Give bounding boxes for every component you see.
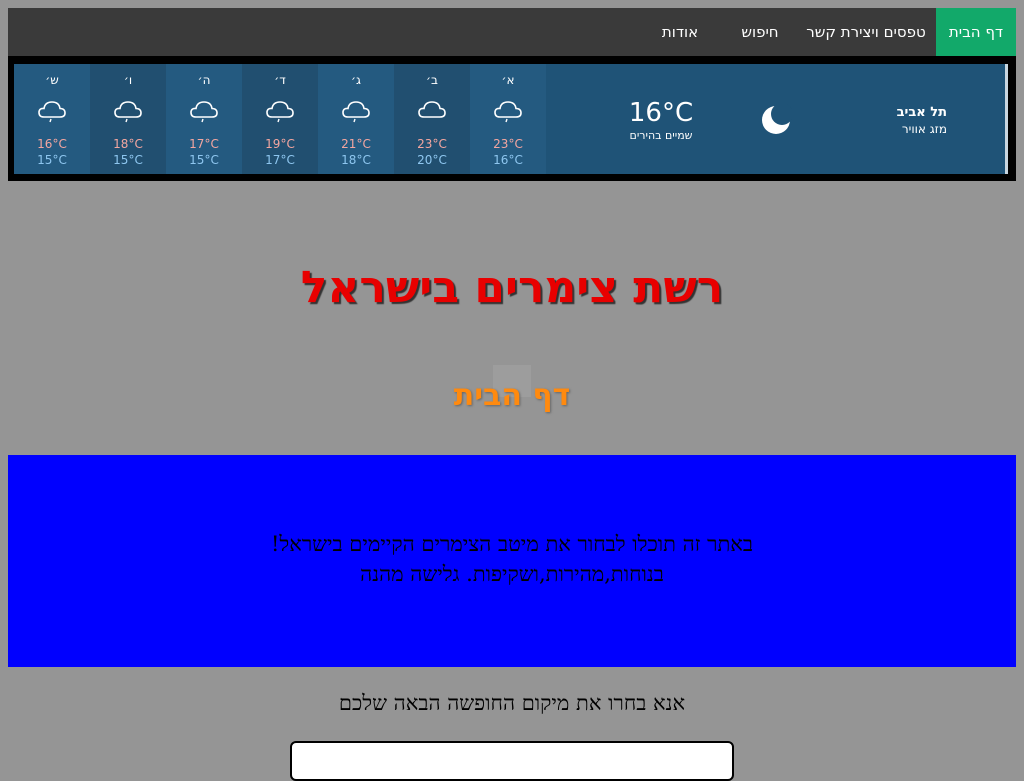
current-condition: שמיים בהירים bbox=[629, 129, 693, 142]
forecast-day-name: ש׳ bbox=[45, 73, 59, 87]
nav-item-about[interactable]: אודות bbox=[630, 8, 730, 56]
weather-city: תל אביב bbox=[896, 105, 947, 120]
cloud-rain-icon bbox=[114, 100, 142, 124]
top-nav: אודות חיפוש טפסים ויצירת קשר דף הבית bbox=[8, 8, 1016, 56]
forecast-day: ג׳ 21°C 18°C bbox=[318, 64, 394, 174]
intro-line-2: בנוחות,מהירות,ושקיפות. גלישה מהנה bbox=[360, 562, 664, 586]
nav-item-forms-contact[interactable]: טפסים ויצירת קשר bbox=[802, 8, 930, 56]
cloud-rain-icon bbox=[494, 100, 522, 124]
site-title: רשת צימרים בישראל bbox=[300, 262, 724, 313]
forecast-day: ה׳ 17°C 15°C bbox=[166, 64, 242, 174]
location-select[interactable] bbox=[290, 741, 734, 781]
forecast-low: 18°C bbox=[341, 153, 371, 167]
weather-label: מזג אוויר bbox=[901, 122, 947, 136]
choose-location-label: אנא בחרו את מיקום החופשה הבאה שלכם bbox=[338, 691, 686, 715]
forecast-low: 15°C bbox=[113, 153, 143, 167]
forecast-high: 21°C bbox=[341, 137, 371, 151]
current-temperature: 16°C bbox=[628, 98, 694, 128]
page-subtitle: דף הבית bbox=[453, 378, 571, 413]
weather-widget: 16°C שמיים בהירים תל אביב מזג אוויר א׳ 23… bbox=[14, 64, 1008, 174]
forecast-day-name: ו׳ bbox=[123, 73, 133, 87]
forecast-low: 17°C bbox=[265, 153, 295, 167]
forecast-low: 16°C bbox=[493, 153, 523, 167]
forecast-day-name: א׳ bbox=[501, 73, 515, 87]
intro-panel bbox=[8, 455, 1016, 667]
cloud-rain-icon bbox=[190, 100, 218, 124]
intro-line-1: באתר זה תוכלו לבחור את מיטב הצימרים הקיי… bbox=[270, 532, 754, 556]
forecast-day-name: ה׳ bbox=[197, 73, 211, 87]
cloud-rain-icon bbox=[266, 100, 294, 124]
forecast-day: ב׳ 23°C 20°C bbox=[394, 64, 470, 174]
forecast-high: 18°C bbox=[113, 137, 143, 151]
forecast-low: 15°C bbox=[189, 153, 219, 167]
forecast-low: 15°C bbox=[37, 153, 67, 167]
cloud-icon bbox=[418, 100, 446, 124]
forecast-day: ו׳ 18°C 15°C bbox=[90, 64, 166, 174]
forecast-day-name: ג׳ bbox=[351, 73, 361, 87]
moon-icon bbox=[760, 103, 793, 136]
nav-item-search[interactable]: חיפוש bbox=[730, 8, 790, 56]
forecast-day: א׳ 23°C 16°C bbox=[470, 64, 546, 174]
forecast-high: 16°C bbox=[37, 137, 67, 151]
forecast-day: ד׳ 19°C 17°C bbox=[242, 64, 318, 174]
forecast-high: 23°C bbox=[493, 137, 523, 151]
forecast-day: ש׳ 16°C 15°C bbox=[14, 64, 90, 174]
nav-item-home[interactable]: דף הבית bbox=[936, 8, 1016, 56]
cloud-rain-icon bbox=[342, 100, 370, 124]
forecast-high: 17°C bbox=[189, 137, 219, 151]
forecast-day-name: ב׳ bbox=[426, 73, 438, 87]
forecast-high: 19°C bbox=[265, 137, 295, 151]
forecast-low: 20°C bbox=[417, 153, 447, 167]
forecast-day-name: ד׳ bbox=[274, 73, 286, 87]
cloud-rain-icon bbox=[38, 100, 66, 124]
forecast-high: 23°C bbox=[417, 137, 447, 151]
